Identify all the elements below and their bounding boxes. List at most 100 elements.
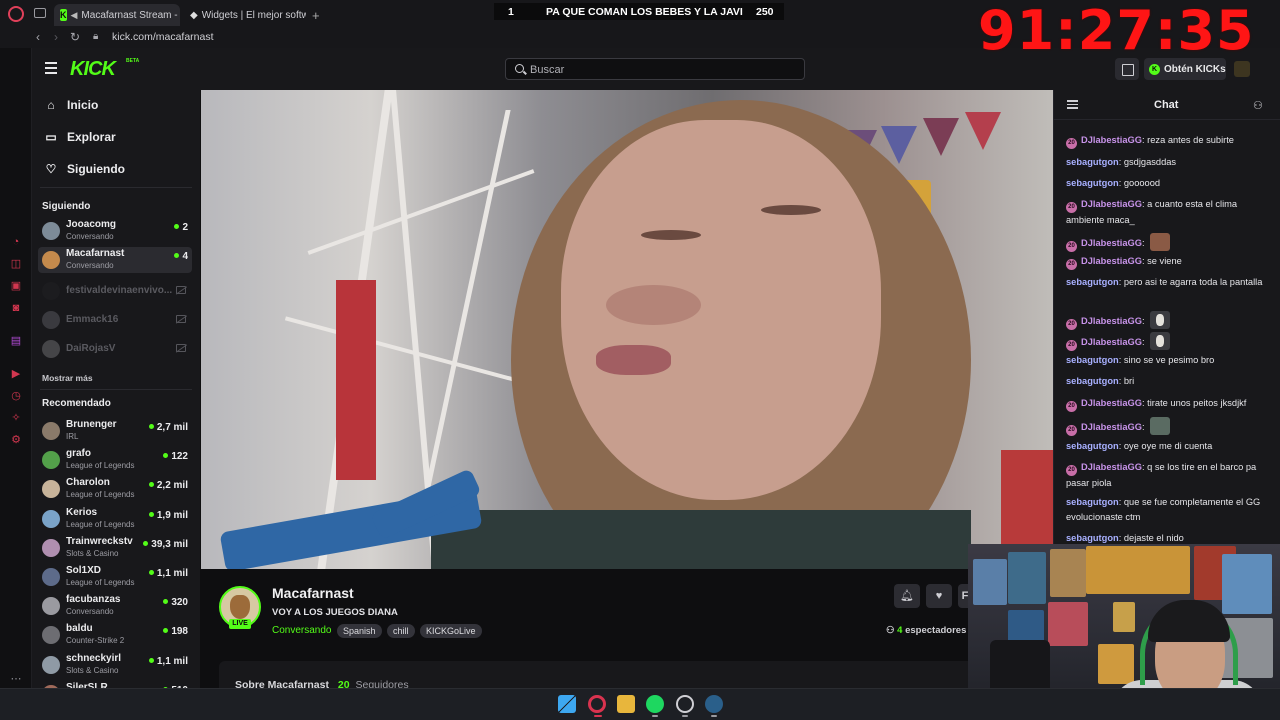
chat-username[interactable]: DJlabestiaGG [1081, 135, 1142, 145]
chat-text: pero asi te agarra toda la pantalla [1123, 277, 1263, 287]
chat-username[interactable]: DJlabestiaGG [1081, 238, 1142, 248]
ferris-beam [416, 110, 511, 530]
twitch-icon[interactable]: ▣ [10, 280, 22, 292]
opera-gx-icon[interactable] [588, 695, 606, 713]
tag-kickgolive[interactable]: KICKGoLive [420, 624, 482, 638]
new-tab-button[interactable]: + [312, 8, 320, 23]
search-placeholder: Buscar [530, 64, 565, 76]
channel-name[interactable]: Macafarnast [272, 585, 354, 601]
tab-widgets[interactable]: ◆ Widgets | El mejor software [184, 4, 306, 26]
chat-username[interactable]: DJlabestiaGG [1081, 398, 1142, 408]
nav-following[interactable]: ♡ Siguiendo [44, 159, 125, 179]
following-channel-dairojasv[interactable]: DaiRojasV [38, 336, 192, 362]
recommended-channel[interactable]: SilerSLR510 [38, 681, 192, 688]
messenger-icon[interactable]: ◙ [10, 302, 22, 314]
settings-icon[interactable]: ⚙ [10, 434, 22, 446]
favorite-button[interactable]: ♥ [926, 584, 952, 608]
stream-title: VOY A LOS JUEGOS DIANA [272, 607, 398, 618]
nav-home[interactable]: ⌂ Inicio [44, 95, 98, 115]
back-icon[interactable]: ‹ [36, 30, 40, 44]
chat-username[interactable]: DJlabestiaGG [1081, 462, 1142, 472]
start-icon[interactable] [558, 695, 576, 713]
recommended-channel[interactable]: baldu Counter-Strike 2 198 [38, 622, 192, 648]
opera-menu-icon[interactable] [8, 6, 24, 22]
channel-name: Kerios [66, 506, 98, 518]
chat-username[interactable]: sebagutgon [1066, 355, 1119, 365]
chat-username[interactable]: sebagutgon [1066, 157, 1119, 167]
avatar [42, 222, 60, 240]
chat-message: sebagutgon: oye oye me di cuenta [1066, 441, 1213, 451]
menu-icon[interactable] [45, 62, 57, 74]
poster [1113, 602, 1135, 632]
chat-text: se viene [1147, 256, 1182, 266]
chat-username[interactable]: DJlabestiaGG [1081, 199, 1142, 209]
recommended-channel[interactable]: Charolon League of Legends 2,2 mil [38, 476, 192, 502]
more-icon[interactable]: ⋯ [10, 673, 22, 685]
recommended-channel[interactable]: Brunenger IRL 2,7 mil [38, 418, 192, 444]
recommended-channel[interactable]: facubanzas Conversando 320 [38, 593, 192, 619]
chat-username[interactable]: DJlabestiaGG [1081, 337, 1142, 347]
viewer-count-value: 39,3 mil [151, 538, 188, 550]
show-more-link[interactable]: Mostrar más [42, 373, 93, 383]
following-channel-emmack16[interactable]: Emmack16 [38, 307, 192, 333]
kick-logo[interactable]: KICK [70, 58, 116, 81]
recommended-channel[interactable]: schneckyirl Slots & Casino 1,1 mil [38, 652, 192, 678]
obs-icon[interactable] [676, 695, 694, 713]
gx-control-icon[interactable]: ◔ [10, 236, 22, 248]
channel-category: Counter-Strike 2 [66, 636, 125, 646]
emote-icon[interactable] [1150, 233, 1171, 251]
user-avatar[interactable] [1234, 61, 1250, 77]
divider [40, 389, 192, 390]
chat-users-icon[interactable]: ⚇ [1253, 99, 1265, 112]
recommended-channel[interactable]: grafo League of Legends 122 [38, 447, 192, 473]
audio-playing-icon[interactable]: ◀ [71, 10, 78, 20]
nav-explore[interactable]: ▭ Explorar [44, 127, 116, 147]
file-explorer-icon[interactable] [617, 695, 635, 713]
emote-icon[interactable] [1150, 332, 1171, 350]
chat-text: bri [1123, 376, 1135, 386]
player-icon[interactable]: ▶ [10, 368, 22, 380]
channel-name: Emmack16 [66, 314, 119, 325]
extensions-icon[interactable]: ✧ [10, 412, 22, 424]
stream-category[interactable]: Conversando [272, 625, 331, 636]
url-text[interactable]: kick.com/macafarnast [112, 31, 214, 43]
twitch-purple-icon[interactable]: ▤ [10, 335, 22, 347]
chat-message: 20 DJlabestiaGG: q se los tire en el barc… [1066, 462, 1257, 488]
following-channel-macafarnast[interactable]: Macafarnast Conversando 4 [38, 247, 192, 273]
chat-username[interactable]: sebagutgon [1066, 441, 1119, 451]
collapse-chat-icon[interactable] [1067, 100, 1078, 109]
chat-username[interactable]: DJlabestiaGG [1081, 256, 1142, 266]
search-input[interactable]: Buscar [505, 58, 805, 80]
viewer-count: 4 [174, 251, 188, 262]
reload-icon[interactable]: ↻ [70, 30, 80, 44]
emote-icon[interactable] [1150, 417, 1171, 435]
chat-username[interactable]: DJlabestiaGG [1081, 422, 1142, 432]
emote-icon[interactable] [1150, 311, 1171, 329]
viewer-count: 2,7 mil [148, 422, 188, 433]
viewer-count-value: 2 [182, 222, 188, 233]
spotify-icon[interactable] [646, 695, 664, 713]
tab-islands-icon[interactable] [34, 8, 46, 18]
tag-chill[interactable]: chill [387, 624, 415, 638]
recommended-channel[interactable]: Trainwreckstv Slots & Casino 39,3 mil [38, 535, 192, 561]
chat-username[interactable]: sebagutgon [1066, 178, 1119, 188]
chat-username[interactable]: sebagutgon [1066, 533, 1119, 543]
history-icon[interactable]: ◷ [10, 390, 22, 402]
recommended-channel[interactable]: Kerios League of Legends 1,9 mil [38, 506, 192, 532]
chat-username[interactable]: sebagutgon [1066, 376, 1119, 386]
recommended-channel[interactable]: Sol1XD League of Legends 1,1 mil [38, 564, 192, 590]
chat-username[interactable]: DJlabestiaGG [1081, 316, 1142, 326]
steam-icon[interactable] [705, 695, 723, 713]
chat-username[interactable]: sebagutgon [1066, 277, 1119, 287]
video-player[interactable] [201, 90, 1053, 569]
following-channel-festivaldevina[interactable]: festivaldevinaenvivo... [38, 278, 192, 304]
tab-macafarnast[interactable]: K ◀ Macafarnast Stream - V [54, 4, 180, 26]
notification-bell-button[interactable]: 🔔︎ [894, 584, 920, 608]
forward-icon[interactable]: › [54, 30, 58, 44]
following-channel-jooacomg[interactable]: Jooacomg Conversando 2 [38, 218, 192, 244]
chat-username[interactable]: sebagutgon [1066, 497, 1119, 507]
tag-spanish[interactable]: Spanish [337, 624, 382, 638]
avatar [42, 451, 60, 470]
gx-corner-icon[interactable]: ◫ [10, 258, 22, 270]
nav-explore-label: Explorar [67, 130, 116, 144]
